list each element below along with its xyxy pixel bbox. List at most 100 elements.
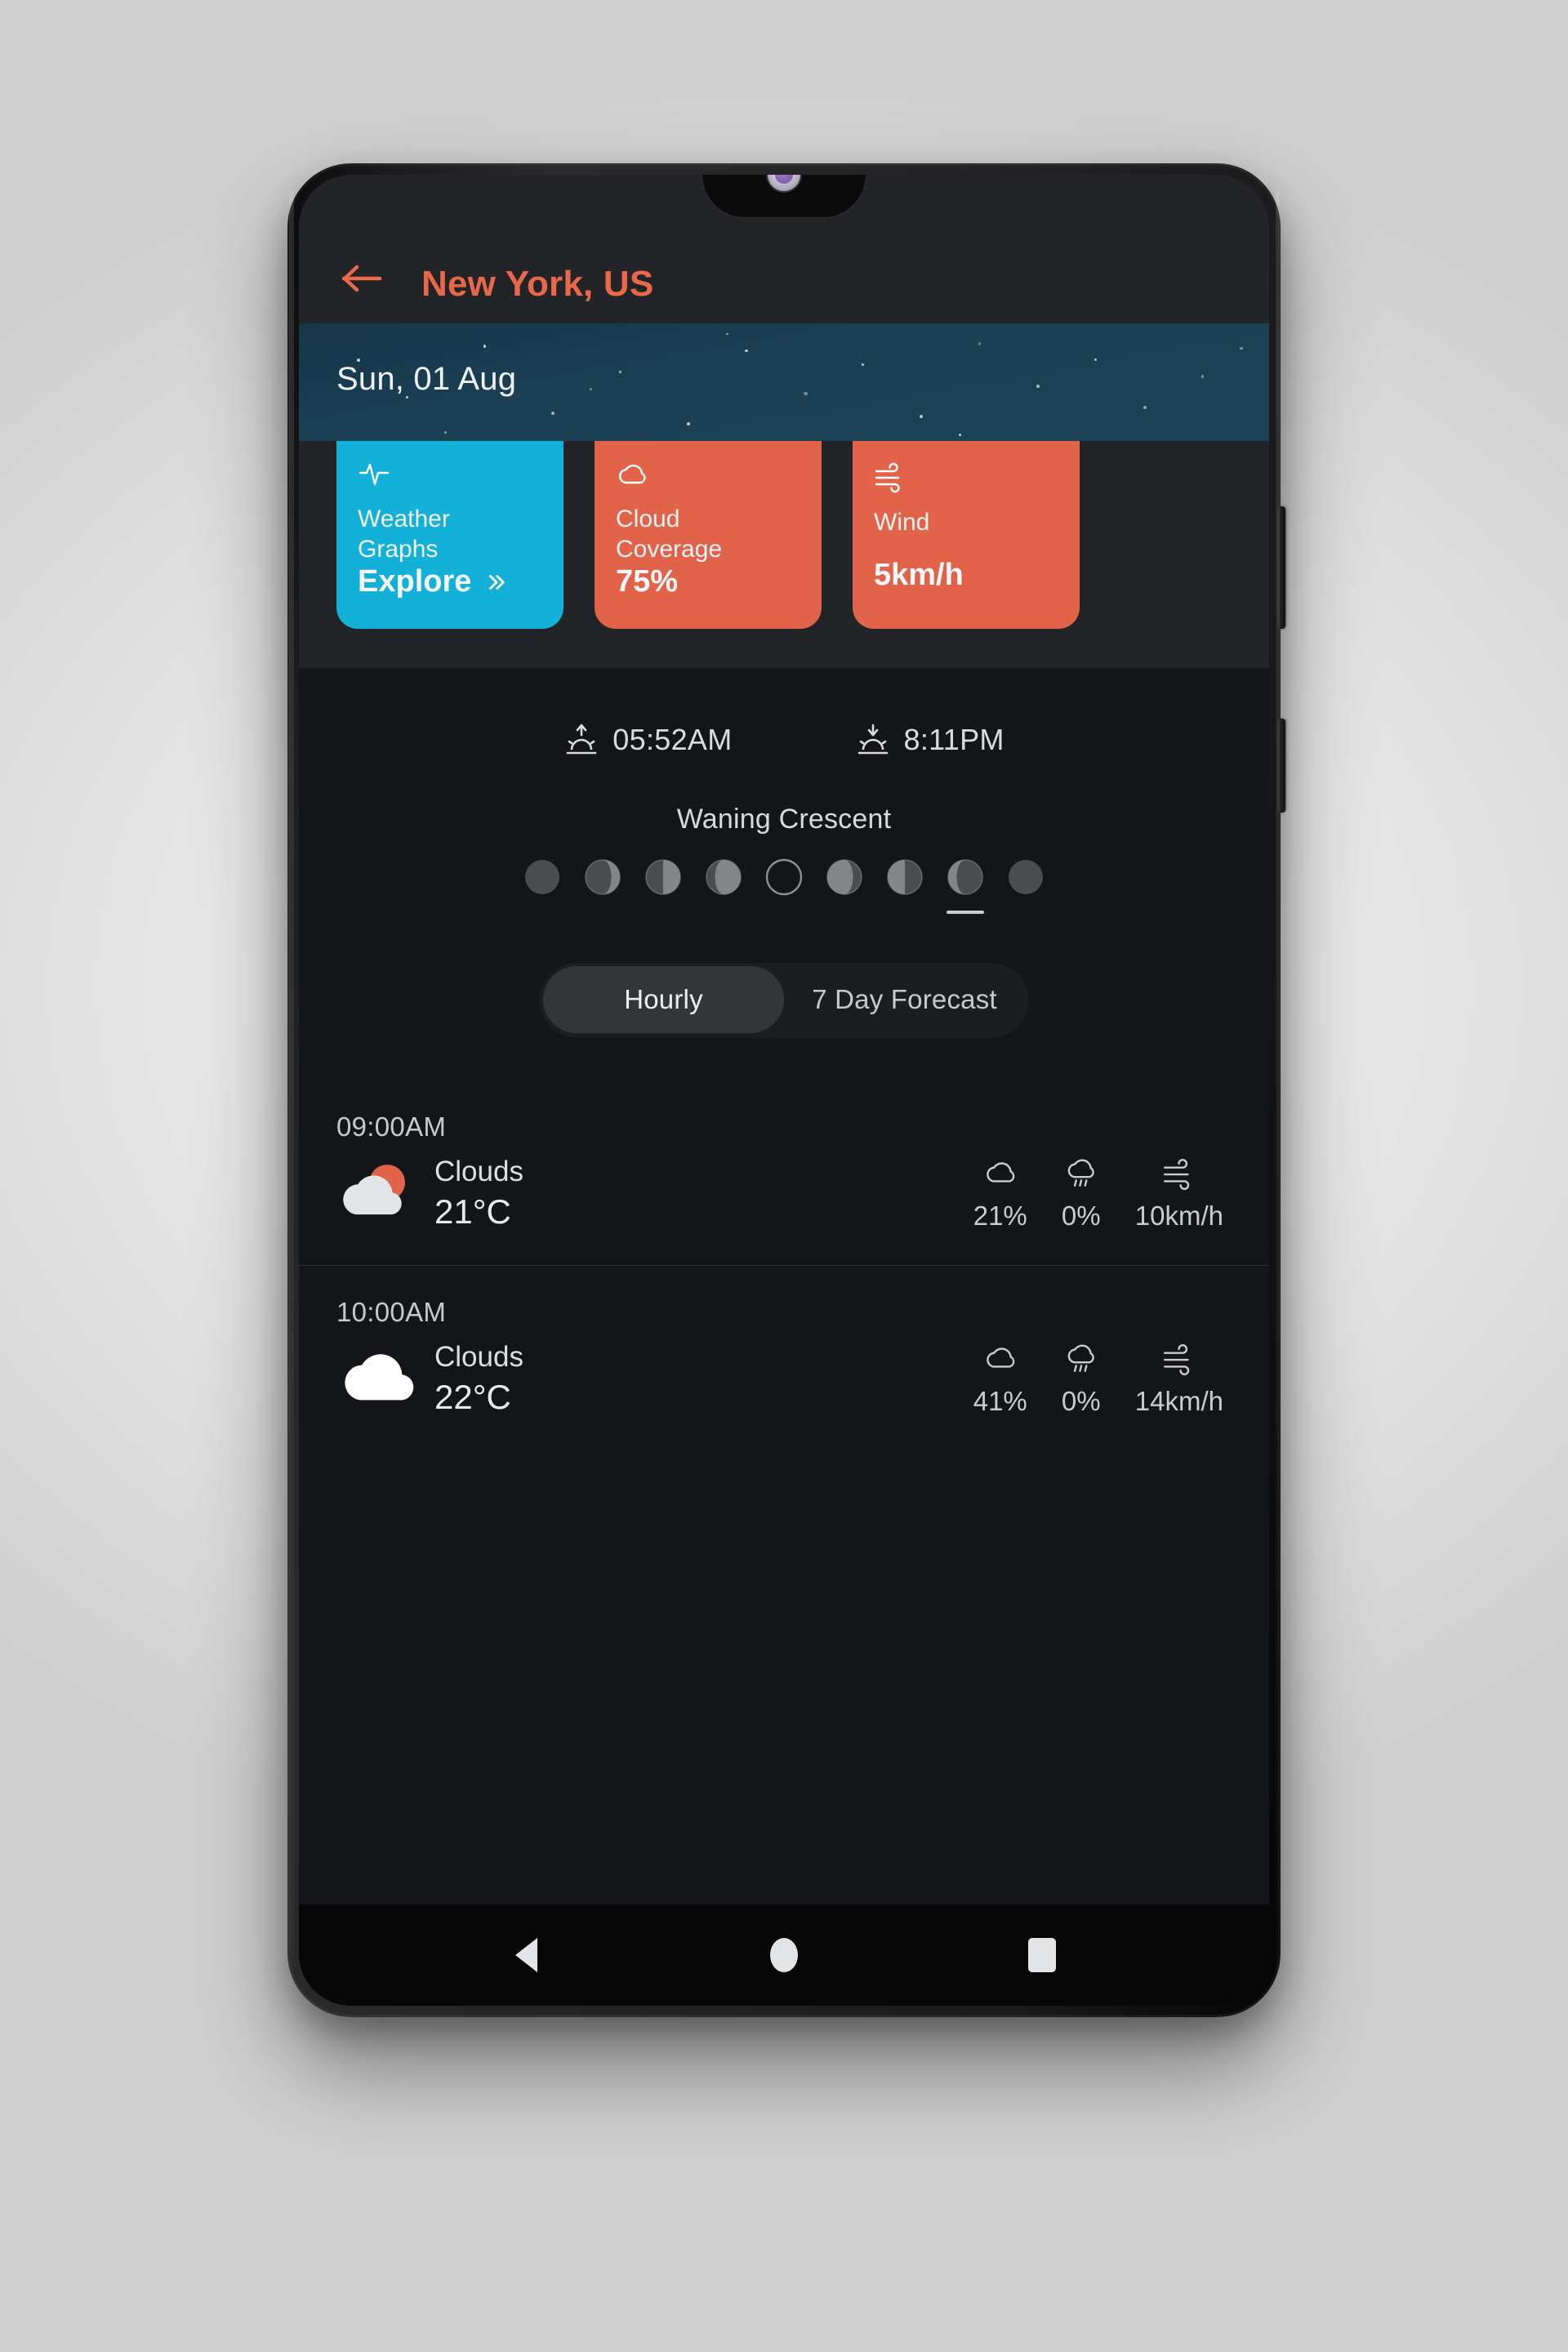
moon-selected-underline (1007, 911, 1045, 914)
page-title: New York, US (421, 266, 653, 302)
forecast-metrics: 21% 0% 10km/h (973, 1155, 1232, 1232)
wind-icon (1162, 1340, 1196, 1376)
sunrise-icon (564, 722, 599, 758)
moon-glyph (765, 858, 803, 896)
highlight-cards-strip[interactable]: Weather Graphs Explore Cloud Coverage 75… (299, 441, 1269, 668)
moon-selected-underline (584, 911, 621, 914)
moon-selected-underline (886, 911, 924, 914)
moon-glyph (826, 858, 863, 896)
cloud-icon (983, 1340, 1018, 1376)
forecast-metric-value: 10km/h (1135, 1200, 1223, 1232)
back-button[interactable] (336, 255, 389, 302)
star (444, 431, 447, 434)
recents-square-icon (1028, 1938, 1056, 1972)
nav-home-button[interactable] (735, 1922, 833, 1988)
forecast-metric: 41% (973, 1340, 1027, 1417)
moon-selected-underline (826, 911, 863, 914)
sun-times: 05:52AM 8:11PM (299, 668, 1269, 758)
moon-phase-waxing-crescent[interactable] (584, 858, 621, 914)
forecast-metric: 0% (1055, 1340, 1107, 1417)
activity-pulse-icon (358, 459, 542, 492)
nav-back-button[interactable] (477, 1922, 575, 1988)
moon-glyph (584, 858, 621, 896)
app-topbar: New York, US (299, 175, 1269, 323)
moon-phase-row[interactable] (299, 858, 1269, 914)
cloud-icon-filled (336, 1339, 428, 1418)
wind-icon (874, 459, 1058, 495)
forecast-row[interactable]: 09:00AM Clouds 21°C 21% 0% 10km/h (299, 1080, 1269, 1265)
wind-icon (1162, 1155, 1196, 1191)
moon-selected-underline (644, 911, 682, 914)
nav-recents-button[interactable] (993, 1922, 1091, 1988)
moon-glyph (644, 858, 682, 896)
star (687, 422, 690, 425)
sunrise-item: 05:52AM (564, 722, 732, 758)
cloud-icon (616, 459, 800, 492)
app-body: 05:52AM 8:11PM Waning Crescent Hourly 7 … (299, 668, 1269, 1904)
forecast-metric: 14km/h (1135, 1340, 1223, 1417)
cloud-sun-icon (336, 1154, 428, 1232)
forecast-metric-value: 21% (973, 1200, 1027, 1232)
moon-glyph (705, 858, 742, 896)
forecast-metric-value: 14km/h (1135, 1386, 1223, 1417)
forecast-time: 09:00AM (336, 1080, 1232, 1143)
moon-phase-dark-moon[interactable] (1007, 858, 1045, 914)
moon-phase-block: Waning Crescent (299, 804, 1269, 914)
power-button[interactable] (1277, 719, 1285, 813)
forecast-list: 09:00AM Clouds 21°C 21% 0% 10km/h 10:00A… (299, 1080, 1269, 1450)
forecast-metric: 10km/h (1135, 1155, 1223, 1232)
moon-phase-first-quarter[interactable] (644, 858, 682, 914)
moon-phase-waxing-gibbous[interactable] (705, 858, 742, 914)
forecast-time: 10:00AM (336, 1266, 1232, 1328)
sunset-icon (855, 722, 891, 758)
cloud-icon (983, 1155, 1018, 1191)
moon-selected-underline (705, 911, 742, 914)
forecast-mode-toggle[interactable]: Hourly 7 Day Forecast (538, 961, 1030, 1038)
forecast-metric: 21% (973, 1155, 1027, 1232)
forecast-metric-value: 0% (1062, 1200, 1101, 1232)
chevron-double-right-icon (484, 570, 509, 595)
star (959, 434, 961, 436)
moon-phase-waning-crescent[interactable] (947, 858, 984, 914)
sunrise-time: 05:52AM (612, 723, 732, 757)
highlight-card-value: 5km/h (874, 558, 1058, 593)
highlight-card-2[interactable]: Wind 5km/h (853, 441, 1080, 629)
highlight-card-1[interactable]: Cloud Coverage 75% (595, 441, 822, 629)
moon-selected-underline (947, 911, 984, 914)
forecast-metric: 0% (1055, 1155, 1107, 1232)
rain-icon (1064, 1340, 1098, 1376)
sunset-item: 8:11PM (855, 722, 1004, 758)
date-text: Sun, 01 Aug (299, 323, 1269, 398)
volume-button[interactable] (1277, 506, 1285, 629)
highlight-card-0[interactable]: Weather Graphs Explore (336, 441, 564, 629)
phone-device: New York, US Sun, 01 Aug Weather Graphs … (287, 163, 1281, 2017)
moon-phase-new-moon[interactable] (523, 858, 561, 914)
sunset-time: 8:11PM (904, 723, 1004, 757)
highlight-card-title: Cloud Coverage (616, 505, 800, 564)
weather-app: New York, US Sun, 01 Aug Weather Graphs … (299, 175, 1269, 2006)
highlight-card-value: 75% (616, 564, 800, 599)
moon-phase-last-quarter[interactable] (886, 858, 924, 914)
moon-selected-underline (523, 911, 561, 914)
date-banner: Sun, 01 Aug (299, 323, 1269, 441)
forecast-metric-value: 0% (1062, 1386, 1101, 1417)
arrow-left-icon (341, 261, 385, 296)
highlight-card-title: Wind (874, 508, 1058, 538)
forecast-tab-7-day-forecast[interactable]: 7 Day Forecast (784, 966, 1025, 1033)
star (1143, 406, 1147, 409)
phone-screen: New York, US Sun, 01 Aug Weather Graphs … (299, 175, 1269, 2006)
highlight-card-title: Weather Graphs (358, 505, 542, 564)
moon-glyph (947, 858, 984, 896)
forecast-condition: Clouds (434, 1341, 523, 1374)
star (920, 415, 923, 418)
forecast-temperature: 22°C (434, 1379, 523, 1416)
moon-phase-label: Waning Crescent (299, 804, 1269, 835)
forecast-metrics: 41% 0% 14km/h (973, 1340, 1232, 1417)
home-circle-icon (770, 1938, 798, 1972)
back-triangle-icon (515, 1938, 537, 1972)
forecast-condition: Clouds (434, 1156, 523, 1188)
forecast-row[interactable]: 10:00AM Clouds 22°C 41% 0% 14km/h (299, 1265, 1269, 1450)
forecast-tab-hourly[interactable]: Hourly (543, 966, 784, 1033)
moon-phase-waning-gibbous[interactable] (826, 858, 863, 914)
moon-phase-full-moon[interactable] (765, 858, 803, 914)
